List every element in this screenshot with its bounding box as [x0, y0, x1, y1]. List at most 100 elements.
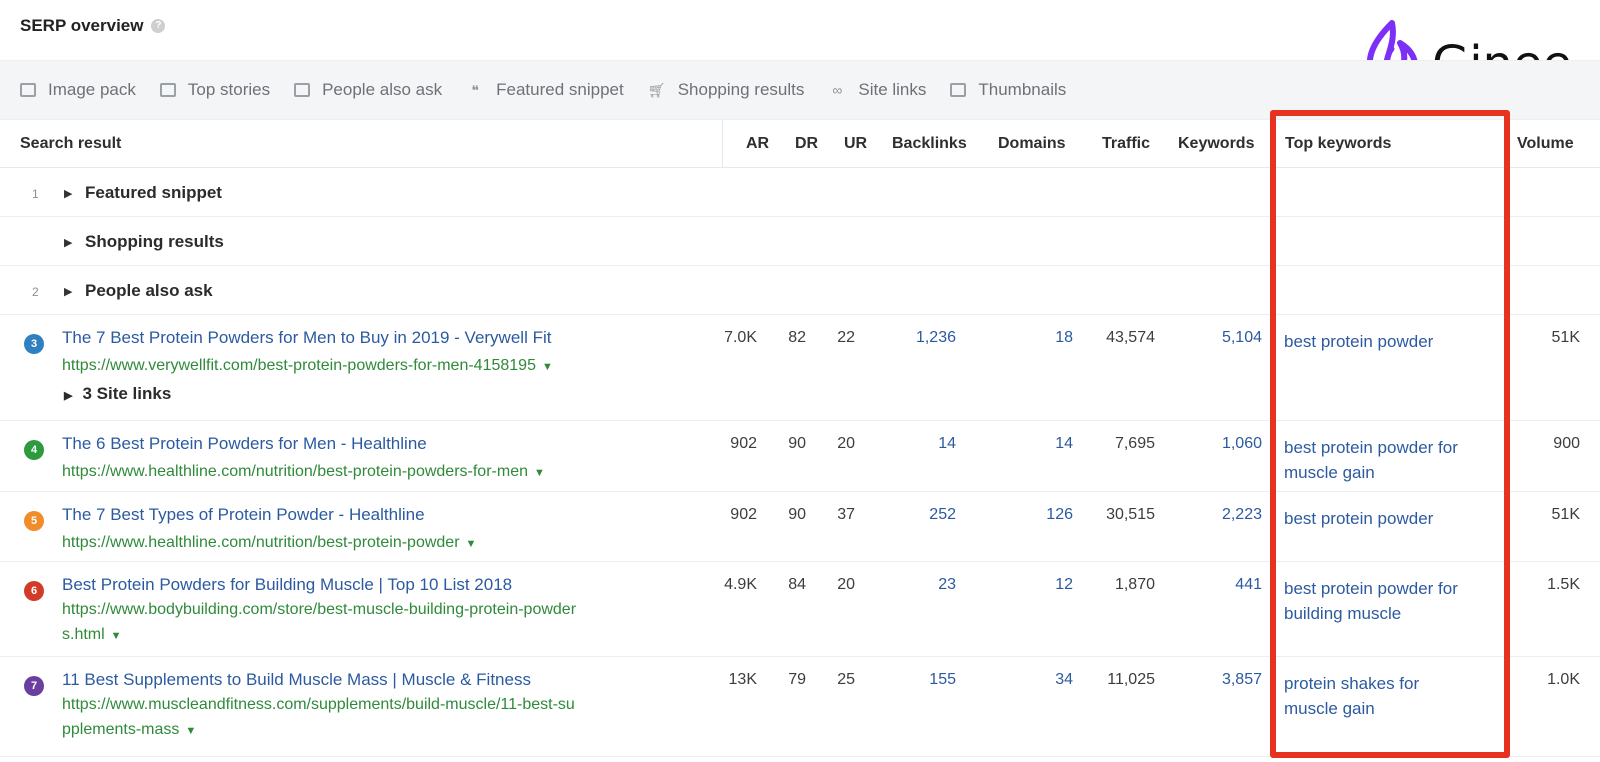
stories-icon [159, 83, 176, 97]
serp-feature-label[interactable]: Shopping results [85, 232, 224, 252]
quote-icon: ❝ [471, 82, 479, 98]
cell-domains[interactable]: 126 [1046, 506, 1073, 524]
result-url-text[interactable]: https://www.bodybuilding.com/store/best-… [62, 597, 702, 622]
cell-keywords[interactable]: 2,223 [1222, 506, 1262, 524]
top-keyword-line[interactable]: muscle gain [1284, 696, 1494, 721]
result-url-text[interactable]: https://www.healthline.com/nutrition/bes… [62, 463, 528, 480]
expand-triangle-icon[interactable]: ▶ [64, 187, 72, 200]
cell-backlinks[interactable]: 1,236 [916, 329, 956, 347]
result-url-text[interactable]: https://www.verywellfit.com/best-protein… [62, 357, 536, 374]
cell-keywords[interactable]: 3,857 [1222, 671, 1262, 689]
feature-featured-snippet[interactable]: ❝ Featured snippet [466, 80, 623, 100]
column-keywords[interactable]: Keywords [1178, 135, 1254, 153]
column-dr[interactable]: DR [795, 135, 818, 153]
cell-domains[interactable]: 14 [1055, 435, 1073, 453]
table-row: 3 The 7 Best Protein Powders for Men to … [0, 315, 1600, 421]
result-url-text[interactable]: pplements-mass [62, 721, 179, 738]
cell-domains[interactable]: 34 [1055, 671, 1073, 689]
image-icon [20, 83, 36, 97]
column-volume[interactable]: Volume [1517, 135, 1574, 153]
feature-top-stories[interactable]: Top stories [159, 80, 270, 100]
cell-traffic: 43,574 [1106, 329, 1155, 346]
top-keyword-line[interactable]: best protein powder [1284, 329, 1494, 354]
result-url-text[interactable]: s.html [62, 626, 105, 643]
cell-ar: 902 [730, 506, 757, 523]
result-title-link[interactable]: 11 Best Supplements to Build Muscle Mass… [62, 670, 531, 690]
cell-volume: 51K [1551, 329, 1580, 346]
serp-feature-row[interactable]: 2 ▶ People also ask [0, 266, 1600, 315]
dropdown-caret-icon[interactable]: ▼ [466, 538, 477, 550]
cell-ur: 20 [837, 435, 855, 452]
top-keyword-line[interactable]: muscle gain [1284, 460, 1494, 485]
top-keyword-line[interactable]: best protein powder for [1284, 435, 1494, 460]
top-keyword-link[interactable]: best protein powder for muscle gain [1284, 435, 1494, 485]
result-url[interactable]: https://www.healthline.com/nutrition/bes… [62, 459, 702, 486]
top-keyword-link[interactable]: best protein powder for building muscle [1284, 576, 1494, 626]
expand-triangle-icon[interactable]: ▶ [64, 285, 72, 298]
cell-keywords[interactable]: 1,060 [1222, 435, 1262, 453]
top-keyword-link[interactable]: best protein powder [1284, 329, 1494, 354]
column-ar[interactable]: AR [746, 135, 769, 153]
page-title: SERP overview [20, 16, 144, 35]
cell-domains[interactable]: 12 [1055, 576, 1073, 594]
cell-keywords[interactable]: 441 [1235, 576, 1262, 594]
top-keyword-line[interactable]: protein shakes for [1284, 671, 1494, 696]
feature-thumbnails[interactable]: Thumbnails [950, 80, 1066, 100]
feature-image-pack[interactable]: Image pack [20, 80, 136, 100]
dropdown-caret-icon[interactable]: ▼ [534, 467, 545, 479]
column-traffic[interactable]: Traffic [1102, 135, 1150, 153]
result-title-link[interactable]: Best Protein Powders for Building Muscle… [62, 575, 512, 595]
dropdown-caret-icon[interactable]: ▼ [185, 725, 196, 737]
sitelinks-label[interactable]: 3 Site links [82, 384, 171, 403]
cell-traffic: 30,515 [1106, 506, 1155, 523]
serp-feature-label[interactable]: People also ask [85, 281, 213, 301]
column-domains[interactable]: Domains [998, 135, 1066, 153]
feature-shopping-results[interactable]: 🛒︎ Shopping results [648, 80, 805, 100]
result-url[interactable]: https://www.verywellfit.com/best-protein… [62, 353, 702, 380]
serp-feature-row[interactable]: 1 ▶ Featured snippet [0, 168, 1600, 217]
cell-backlinks[interactable]: 23 [938, 576, 956, 594]
result-url[interactable]: https://www.bodybuilding.com/store/best-… [62, 597, 702, 649]
thumbnail-icon [950, 83, 967, 97]
result-url-text[interactable]: https://www.muscleandfitness.com/supplem… [62, 692, 702, 717]
cell-ur: 37 [837, 506, 855, 523]
sitelinks-toggle[interactable]: ▶ 3 Site links [64, 384, 171, 404]
cell-volume: 1.5K [1547, 576, 1580, 593]
top-keyword-line[interactable]: best protein powder [1284, 506, 1494, 531]
result-title-link[interactable]: The 6 Best Protein Powders for Men - Hea… [62, 434, 427, 454]
cell-ar: 7.0K [724, 329, 757, 346]
cell-backlinks[interactable]: 252 [929, 506, 956, 524]
dropdown-caret-icon[interactable]: ▼ [542, 361, 553, 373]
panel-header: SERP overview ? [20, 12, 166, 40]
top-keyword-link[interactable]: best protein powder [1284, 506, 1494, 531]
cell-ur: 20 [837, 576, 855, 593]
result-title-link[interactable]: The 7 Best Types of Protein Powder - Hea… [62, 505, 425, 525]
column-backlinks[interactable]: Backlinks [892, 135, 967, 153]
cell-backlinks[interactable]: 14 [938, 435, 956, 453]
column-top-keywords[interactable]: Top keywords [1285, 135, 1391, 153]
question-circle-icon[interactable]: ? [151, 19, 166, 33]
cell-keywords[interactable]: 5,104 [1222, 329, 1262, 347]
feature-site-links[interactable]: ∞ Site links [828, 80, 926, 100]
top-keyword-line[interactable]: building muscle [1284, 601, 1494, 626]
expand-triangle-icon[interactable]: ▶ [64, 236, 72, 249]
cell-domains[interactable]: 18 [1055, 329, 1073, 347]
top-keyword-link[interactable]: protein shakes for muscle gain [1284, 671, 1494, 721]
dropdown-caret-icon[interactable]: ▼ [111, 630, 122, 642]
result-url-text[interactable]: https://www.healthline.com/nutrition/bes… [62, 534, 460, 551]
cell-traffic: 1,870 [1114, 576, 1155, 593]
result-url[interactable]: https://www.muscleandfitness.com/supplem… [62, 692, 702, 744]
feature-people-also-ask[interactable]: People also ask [294, 80, 442, 100]
table-row: 5 The 7 Best Types of Protein Powder - H… [0, 492, 1600, 562]
column-search-result[interactable]: Search result [20, 135, 121, 153]
column-ur[interactable]: UR [844, 135, 867, 153]
top-keyword-line[interactable]: best protein powder for [1284, 576, 1494, 601]
result-title-link[interactable]: The 7 Best Protein Powders for Men to Bu… [62, 328, 551, 348]
position-badge: 4 [24, 440, 44, 460]
position-badge: 7 [24, 676, 44, 696]
serp-feature-row[interactable]: ▶ Shopping results [0, 217, 1600, 266]
expand-triangle-icon[interactable]: ▶ [64, 390, 72, 402]
cell-backlinks[interactable]: 155 [929, 671, 956, 689]
result-url[interactable]: https://www.healthline.com/nutrition/bes… [62, 530, 702, 557]
serp-feature-label[interactable]: Featured snippet [85, 183, 222, 203]
